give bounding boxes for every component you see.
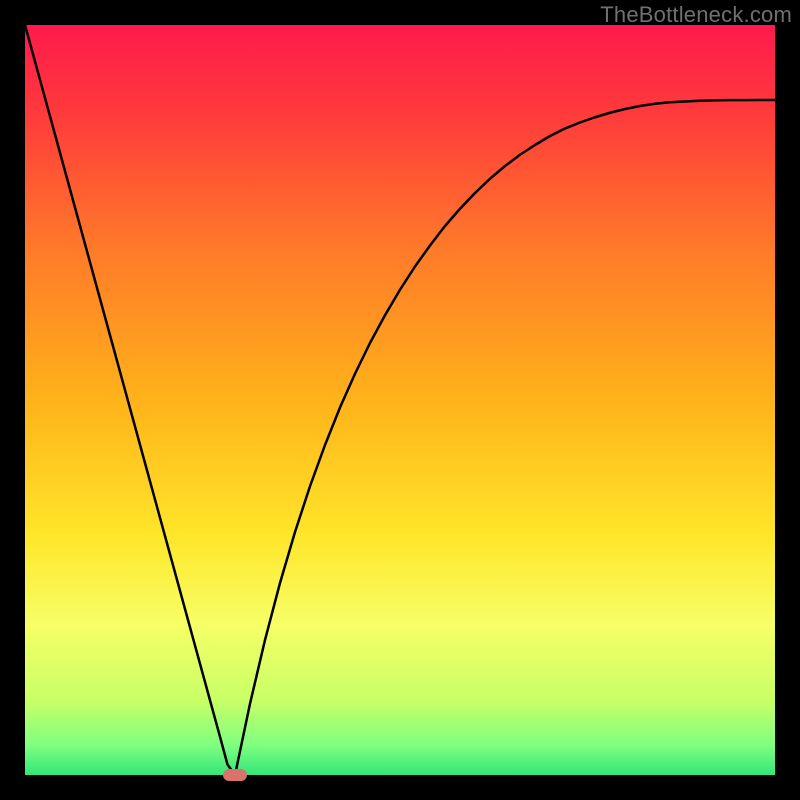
watermark-text: TheBottleneck.com bbox=[600, 2, 792, 28]
curve-layer bbox=[25, 25, 775, 775]
optimum-marker bbox=[223, 769, 247, 781]
plot-area bbox=[25, 25, 775, 775]
bottleneck-curve bbox=[25, 25, 775, 775]
outer-frame: TheBottleneck.com bbox=[0, 0, 800, 800]
